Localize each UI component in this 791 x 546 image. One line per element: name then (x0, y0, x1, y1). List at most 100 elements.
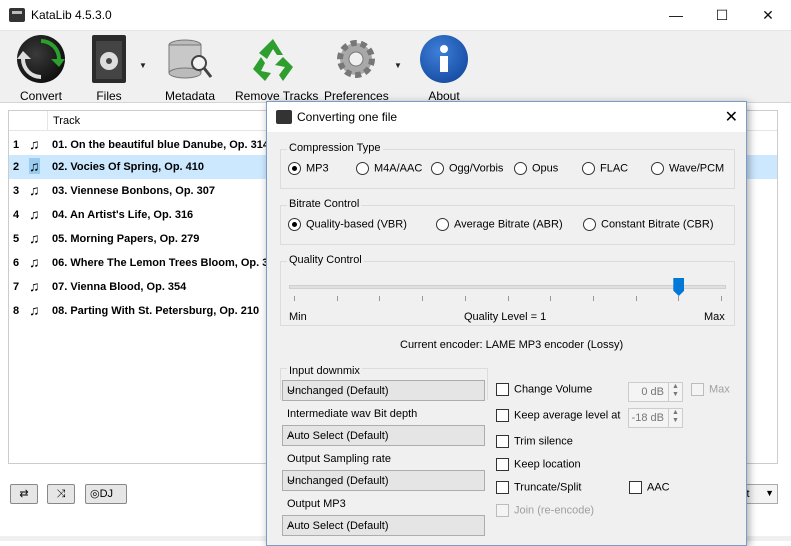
chevron-down-icon: ⌄ (287, 429, 296, 440)
gear-icon (332, 35, 380, 83)
bit-depth-select[interactable]: Auto Select (Default) ⌄ (282, 425, 485, 446)
quality-slider-thumb[interactable] (673, 278, 685, 296)
slider-tick (294, 296, 295, 301)
repeat-icon: ⇄ (19, 488, 29, 500)
track-name: 07. Vienna Blood, Op. 354 (52, 281, 187, 293)
output-mp3-label: Output MP3 (287, 498, 346, 510)
radio-vbr[interactable]: Quality-based (VBR) (288, 218, 407, 231)
track-number: 2 (13, 161, 20, 173)
database-icon (165, 35, 213, 83)
slider-tick (379, 296, 381, 301)
column-divider (47, 111, 48, 131)
radio-ogg[interactable]: Ogg/Vorbis (431, 162, 503, 175)
trim-silence-checkbox[interactable]: Trim silence (496, 435, 573, 448)
checkbox-box (496, 435, 509, 448)
track-name: 05. Morning Papers, Op. 279 (52, 233, 200, 245)
radio-label: Ogg/Vorbis (449, 162, 504, 175)
slider-tick (721, 296, 722, 301)
input-downmix-label: Input downmix (287, 365, 362, 377)
app-icon (9, 8, 25, 22)
music-note-icon: ♫ (29, 136, 40, 152)
track-name: 06. Where The Lemon Trees Bloom, Op. 36 (52, 257, 275, 269)
track-name: 01. On the beautiful blue Danube, Op. 31… (52, 139, 269, 151)
bit-depth-label: Intermediate wav Bit depth (287, 408, 418, 420)
radio-mp3[interactable]: MP3 (288, 162, 329, 175)
repeat-button[interactable]: ⇄ (10, 484, 38, 504)
checkbox-box (496, 481, 509, 494)
track-number: 8 (13, 305, 20, 317)
music-note-icon: ♫ (29, 230, 40, 246)
track-column-header[interactable]: Track (53, 115, 80, 127)
radio-dot (431, 162, 444, 175)
spinner-arrows-icon: ▲ ▼ (668, 383, 682, 401)
radio-opus[interactable]: Opus (514, 162, 558, 175)
quality-max-label: Max (704, 311, 725, 323)
checkbox-label: Keep average level at (514, 409, 621, 422)
track-name: 03. Viennese Bonbons, Op. 307 (52, 185, 216, 197)
radio-abr[interactable]: Average Bitrate (ABR) (436, 218, 563, 231)
radio-cbr[interactable]: Constant Bitrate (CBR) (583, 218, 713, 231)
bitrate-control-group: Bitrate Control Quality-based (VBR) Aver… (280, 198, 735, 245)
radio-m4a[interactable]: M4A/AAC (356, 162, 422, 175)
close-button[interactable]: ✕ (745, 0, 791, 31)
current-encoder-label: Current encoder: LAME MP3 encoder (Lossy… (400, 339, 624, 351)
dialog-close-button[interactable]: ✕ (725, 107, 738, 127)
preferences-dropdown-arrow-icon[interactable]: ▼ (394, 61, 402, 70)
slider-tick (507, 296, 509, 301)
dj-button[interactable]: ◎DJ (85, 484, 127, 504)
music-note-icon: ♫ (29, 302, 40, 318)
slider-tick (550, 296, 552, 301)
output-mp3-select[interactable]: Auto Select (Default) ⌄ (282, 515, 485, 536)
quality-level-label: Quality Level = 1 (464, 311, 547, 323)
quality-control-group: Quality Control Min Quality Level = 1 Ma… (280, 254, 735, 326)
slider-tick (592, 296, 594, 301)
checkbox-label: Keep location (514, 458, 581, 471)
bitrate-control-title: Bitrate Control (287, 198, 362, 210)
sampling-rate-select[interactable]: Unchanged (Default) ⌄ (282, 470, 485, 491)
change-volume-spinner[interactable]: 0 dB ▲ ▼ (628, 382, 683, 402)
keep-average-level-checkbox[interactable]: Keep average level at (496, 409, 620, 422)
app-icon (276, 110, 292, 124)
convert-button[interactable]: Convert (17, 35, 65, 103)
quality-control-title: Quality Control (287, 254, 364, 266)
radio-dot (651, 162, 664, 175)
radio-label: M4A/AAC (374, 162, 423, 175)
about-button[interactable]: About (420, 35, 468, 103)
quality-min-label: Min (289, 311, 307, 323)
join-checkbox[interactable]: Join (re-encode) (496, 504, 594, 517)
keep-location-checkbox[interactable]: Keep location (496, 458, 581, 471)
metadata-button[interactable]: Metadata (165, 35, 215, 103)
maximize-button[interactable]: ☐ (699, 0, 745, 31)
radio-dot (288, 218, 301, 231)
minimize-button[interactable]: — (653, 0, 699, 31)
change-volume-checkbox[interactable]: Change Volume (496, 383, 592, 396)
music-note-icon: ♫ (29, 254, 40, 270)
disc-icon: ◎ (90, 488, 100, 500)
input-downmix-select[interactable]: Unchanged (Default) ⌄ (282, 380, 485, 401)
track-number: 4 (13, 209, 20, 221)
max-checkbox[interactable]: Max (691, 383, 730, 396)
radio-label: Constant Bitrate (CBR) (601, 218, 714, 231)
keep-level-spinner[interactable]: -18 dB ▲ ▼ (628, 408, 683, 428)
file-icon (92, 35, 126, 83)
truncate-split-checkbox[interactable]: Truncate/Split (496, 481, 581, 494)
aac-checkbox[interactable]: AAC (629, 481, 670, 494)
radio-label: Opus (532, 162, 559, 175)
spinner-value: -18 dB (631, 412, 664, 424)
files-dropdown-arrow-icon[interactable]: ▼ (139, 61, 147, 70)
remove-tracks-button[interactable]: Remove Tracks (235, 35, 318, 103)
preferences-button[interactable]: Preferences (324, 35, 389, 103)
dialog-title-bar: Converting one file ✕ (267, 102, 746, 132)
radio-flac[interactable]: FLAC (582, 162, 628, 175)
radio-label: Wave/PCM (669, 162, 725, 175)
radio-wave[interactable]: Wave/PCM (651, 162, 724, 175)
quality-slider-track[interactable] (289, 285, 726, 289)
files-label: Files (96, 89, 122, 103)
track-name: 08. Parting With St. Petersburg, Op. 210 (52, 305, 260, 317)
radio-label: FLAC (600, 162, 629, 175)
files-button[interactable]: Files (88, 35, 130, 103)
shuffle-button[interactable]: ⤨ (47, 484, 75, 504)
radio-dot (288, 162, 301, 175)
track-name: 04. An Artist's Life, Op. 316 (52, 209, 194, 221)
radio-dot (436, 218, 449, 231)
